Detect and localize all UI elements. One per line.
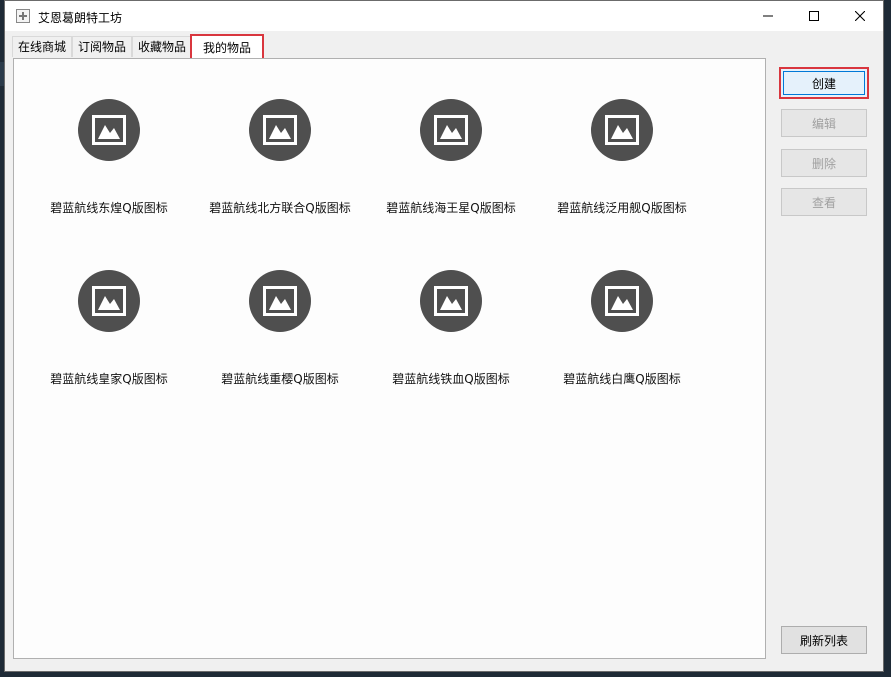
image-icon [92,115,126,145]
view-button[interactable]: 查看 [781,188,867,216]
thumbnail [420,270,482,332]
image-icon [605,115,639,145]
tab-online-store[interactable]: 在线商城 [12,36,72,57]
list-item[interactable]: 碧蓝航线皇家Q版图标 [24,270,194,387]
image-icon [263,286,297,316]
item-label: 碧蓝航线海王星Q版图标 [386,201,516,215]
image-icon [434,115,468,145]
close-icon [855,11,865,21]
items-panel: 碧蓝航线东煌Q版图标 碧蓝航线北方联合Q版图标 碧蓝航线海王星Q版图标 碧蓝航线… [13,58,766,659]
image-icon [605,286,639,316]
maximize-button[interactable] [791,1,837,31]
window-title: 艾恩葛朗特工坊 [38,11,123,25]
minimize-icon [763,15,773,17]
item-label: 碧蓝航线东煌Q版图标 [50,201,168,215]
minimize-button[interactable] [745,1,791,31]
image-icon [92,286,126,316]
image-icon [434,286,468,316]
item-label: 碧蓝航线重樱Q版图标 [221,372,339,386]
create-button-label: 创建 [811,76,836,91]
list-item[interactable]: 碧蓝航线铁血Q版图标 [366,270,536,387]
image-icon [263,115,297,145]
thumbnail [249,270,311,332]
item-label: 碧蓝航线白鹰Q版图标 [563,372,681,386]
list-item[interactable]: 碧蓝航线重樱Q版图标 [195,270,365,387]
item-label: 碧蓝航线北方联合Q版图标 [209,201,351,215]
title-bar: 艾恩葛朗特工坊 [5,1,883,31]
thumbnail [78,270,140,332]
tab-strip: 在线商城 订阅物品 收藏物品 我的物品 [9,34,879,58]
list-item[interactable]: 碧蓝航线白鹰Q版图标 [537,270,707,387]
thumbnail [249,99,311,161]
close-button[interactable] [837,1,883,31]
thumbnail [78,99,140,161]
thumbnail [591,99,653,161]
item-label: 碧蓝航线铁血Q版图标 [392,372,510,386]
list-item[interactable]: 碧蓝航线北方联合Q版图标 [195,99,365,216]
maximize-icon [809,11,819,21]
refresh-list-button[interactable]: 刷新列表 [781,626,867,654]
delete-button[interactable]: 删除 [781,149,867,177]
list-item[interactable]: 碧蓝航线东煌Q版图标 [24,99,194,216]
thumbnail [420,99,482,161]
item-label: 碧蓝航线泛用舰Q版图标 [557,201,687,215]
app-window: 艾恩葛朗特工坊 在线商城 订阅物品 收藏物品 我的物品 碧蓝航线东煌Q版图标 碧… [4,0,884,672]
tab-my-items[interactable]: 我的物品 [190,34,264,58]
tab-favorites[interactable]: 收藏物品 [132,36,192,57]
item-label: 碧蓝航线皇家Q版图标 [50,372,168,386]
edit-button[interactable]: 编辑 [781,109,867,137]
list-item[interactable]: 碧蓝航线泛用舰Q版图标 [537,99,707,216]
tab-subscribed[interactable]: 订阅物品 [72,36,132,57]
create-button[interactable]: 创建 [779,67,869,99]
app-icon [16,9,30,23]
thumbnail [591,270,653,332]
list-item[interactable]: 碧蓝航线海王星Q版图标 [366,99,536,216]
